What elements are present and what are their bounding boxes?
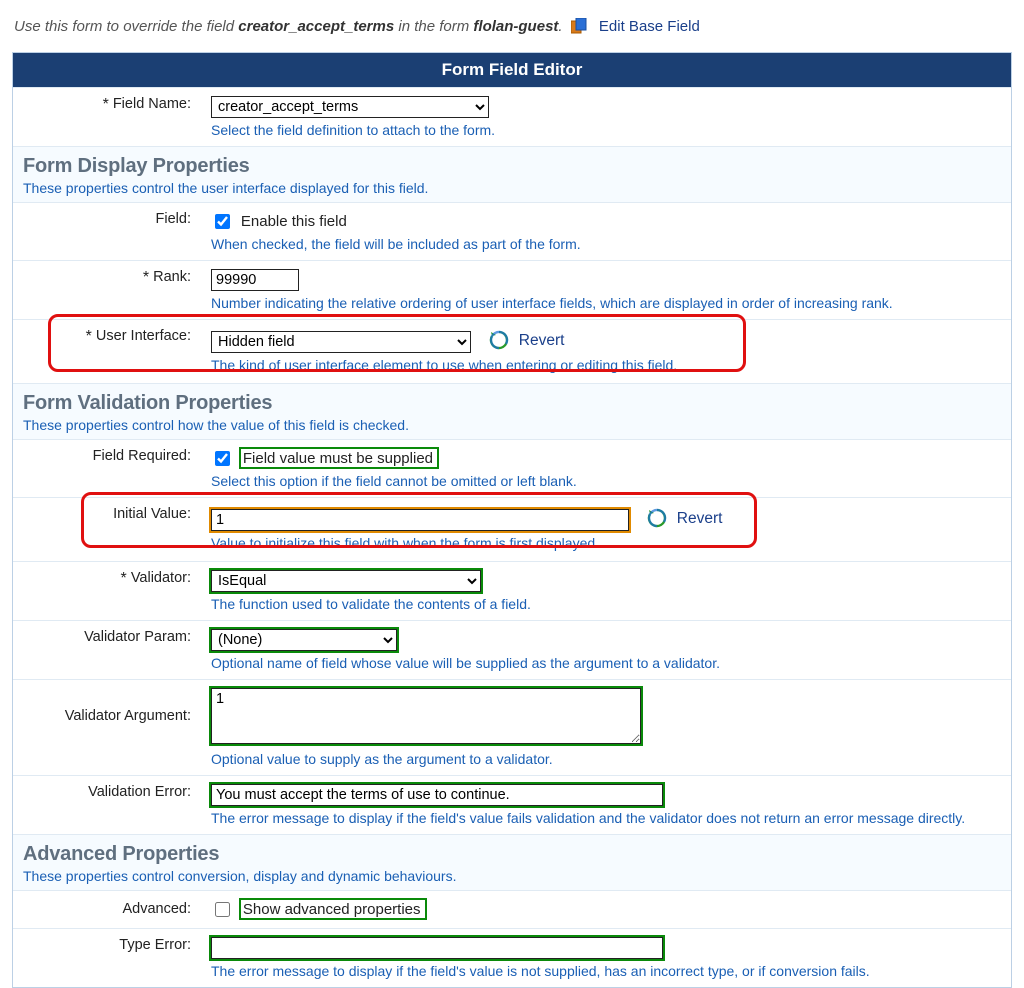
- validation-error-hint: The error message to display if the fiel…: [211, 810, 1001, 826]
- section-display-sub: These properties control the user interf…: [23, 180, 1001, 196]
- label-rank: * Rank:: [13, 261, 201, 320]
- label-field-name: * Field Name:: [13, 88, 201, 147]
- edit-base-field-link[interactable]: Edit Base Field: [599, 18, 700, 35]
- label-validator-argument: Validator Argument:: [13, 680, 201, 776]
- section-display-heading: Form Display Properties: [23, 155, 1001, 178]
- type-error-input[interactable]: [211, 937, 663, 959]
- rank-hint: Number indicating the relative ordering …: [211, 295, 1001, 311]
- field-required-checkbox[interactable]: [215, 451, 230, 466]
- section-advanced-sub: These properties control conversion, dis…: [23, 868, 1001, 884]
- section-validation-sub: These properties control how the value o…: [23, 417, 1001, 433]
- user-interface-hint: The kind of user interface element to us…: [211, 357, 1001, 373]
- validator-param-hint: Optional name of field whose value will …: [211, 655, 1001, 671]
- field-name-hint: Select the field definition to attach to…: [211, 122, 1001, 138]
- validator-argument-hint: Optional value to supply as the argument…: [211, 751, 1001, 767]
- label-type-error: Type Error:: [13, 929, 201, 988]
- panel-header: Form Field Editor: [13, 53, 1011, 87]
- initial-value-input[interactable]: [211, 509, 629, 531]
- intro-text: Use this form to override the field crea…: [14, 18, 1016, 38]
- revert-icon: [489, 330, 509, 350]
- label-validator: * Validator:: [13, 562, 201, 621]
- label-field: Field:: [13, 203, 201, 261]
- label-initial-value: Initial Value:: [13, 498, 201, 562]
- user-interface-select[interactable]: Hidden field: [211, 331, 471, 353]
- advanced-label: Show advanced properties: [243, 901, 421, 918]
- validator-hint: The function used to validate the conten…: [211, 596, 1001, 612]
- advanced-checkbox[interactable]: [215, 902, 230, 917]
- edit-base-icon: [571, 18, 589, 38]
- validator-param-select[interactable]: (None): [211, 629, 397, 651]
- label-validator-param: Validator Param:: [13, 621, 201, 680]
- enable-field-label: Enable this field: [241, 213, 347, 230]
- field-required-hint: Select this option if the field cannot b…: [211, 473, 1001, 489]
- validation-error-input[interactable]: [211, 784, 663, 806]
- form-field-editor-panel: Form Field Editor * Field Name: creator_…: [12, 52, 1012, 988]
- label-advanced: Advanced:: [13, 891, 201, 929]
- field-name-select[interactable]: creator_accept_terms: [211, 96, 489, 118]
- rank-input[interactable]: [211, 269, 299, 291]
- revert-icon: [647, 508, 667, 528]
- label-validation-error: Validation Error:: [13, 776, 201, 835]
- validator-select[interactable]: IsEqual: [211, 570, 481, 592]
- revert-initial-link[interactable]: Revert: [677, 510, 723, 527]
- intro-field-name: creator_accept_terms: [238, 18, 394, 35]
- type-error-hint: The error message to display if the fiel…: [211, 963, 1001, 979]
- label-field-required: Field Required:: [13, 440, 201, 498]
- revert-ui-link[interactable]: Revert: [519, 332, 565, 349]
- initial-value-hint: Value to initialize this field with when…: [211, 535, 1001, 551]
- label-user-interface: * User Interface:: [13, 320, 201, 384]
- enable-field-hint: When checked, the field will be included…: [211, 236, 1001, 252]
- section-advanced-heading: Advanced Properties: [23, 843, 1001, 866]
- field-required-label: Field value must be supplied: [243, 450, 433, 467]
- enable-field-checkbox[interactable]: [215, 214, 230, 229]
- validator-argument-textarea[interactable]: 1: [211, 688, 641, 744]
- intro-form-name: flolan-guest: [473, 18, 558, 35]
- section-validation-heading: Form Validation Properties: [23, 392, 1001, 415]
